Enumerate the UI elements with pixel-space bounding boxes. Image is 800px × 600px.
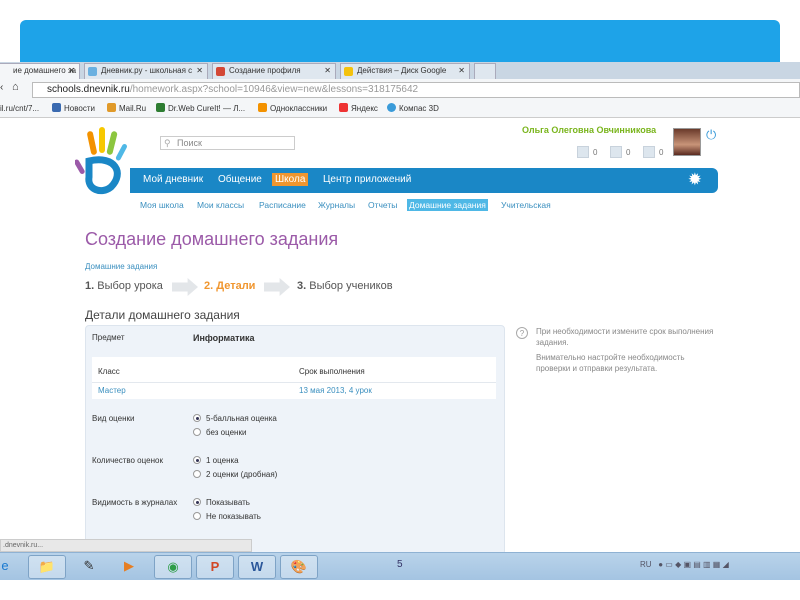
bookmark[interactable]: Компас 3D <box>387 100 439 118</box>
search-placeholder: Поиск <box>177 138 202 148</box>
ie-icon[interactable]: e <box>0 555 24 579</box>
nav-communication[interactable]: Общение <box>218 174 262 185</box>
address-bar[interactable]: schools.dnevnik.ru/homework.aspx?school=… <box>32 82 800 98</box>
tab-label: Создание профиля <box>229 66 301 75</box>
close-icon[interactable]: ✕ <box>458 64 465 78</box>
subject-value: Информатика <box>193 333 255 343</box>
home-icon[interactable]: ⌂ <box>12 81 19 93</box>
subnav-my-classes[interactable]: Мои классы <box>197 200 244 210</box>
browser-tab[interactable]: Создание профиля ✕ <box>212 63 336 79</box>
step-select-lesson[interactable]: 1. Выбор урока <box>85 280 163 292</box>
browser-tab-strip: ие домашнего за ✕ Дневник.ру - школьная с… <box>0 62 800 79</box>
deadline-link[interactable]: 13 мая 2013, 4 урок <box>299 386 372 395</box>
radio-two-grades[interactable]: 2 оценки (дробная) <box>193 470 277 479</box>
class-link[interactable]: Мастер <box>98 386 126 395</box>
radio-show[interactable]: Показывать <box>193 498 250 507</box>
browser-status-bar: .dnevnik.ru... <box>0 539 252 552</box>
friends-counter[interactable]: 0 <box>610 146 630 158</box>
app-icon[interactable]: ✎ <box>70 555 108 579</box>
step-details: 2. Детали <box>204 280 256 292</box>
browser-tab[interactable]: Действия – Диск Google ✕ <box>340 63 470 79</box>
tray-icons[interactable]: ● ▭ ◆ ▣ ▤ ▥ ▦ ◢ <box>654 560 729 569</box>
close-icon[interactable]: ✕ <box>196 64 203 78</box>
subject-label: Предмет <box>92 333 125 342</box>
bookmark[interactable]: Яндекс <box>339 100 378 118</box>
subnav-reports[interactable]: Отчеты <box>368 200 397 210</box>
class-header: Класс <box>98 367 120 376</box>
nav-app-center[interactable]: Центр приложений <box>323 174 411 185</box>
page-title: Создание домашнего задания <box>85 229 339 249</box>
nav-my-diary[interactable]: Мой дневник <box>143 174 203 185</box>
hint-text: При необходимости измените срок выполнен… <box>536 327 714 347</box>
word-icon[interactable]: W <box>238 555 276 579</box>
person-icon <box>610 146 622 158</box>
tab-label: Действия – Диск Google <box>357 66 447 75</box>
deadline-header: Срок выполнения <box>299 367 365 376</box>
close-icon[interactable]: ✕ <box>68 64 75 78</box>
section-title: Детали домашнего задания <box>85 308 240 322</box>
grade-count-label: Количество оценок <box>92 456 163 465</box>
media-player-icon[interactable]: ▶ <box>110 555 148 579</box>
language-indicator[interactable]: RU <box>640 560 652 569</box>
subnav-teachers-room[interactable]: Учительская <box>501 200 551 210</box>
explorer-icon[interactable]: 📁 <box>28 555 66 579</box>
slide-header-bar <box>20 20 780 64</box>
nav-school[interactable]: Школа <box>272 173 309 186</box>
subnav-journals[interactable]: Журналы <box>318 200 355 210</box>
visibility-label: Видимость в журналах <box>92 498 178 507</box>
paint-icon[interactable]: 🎨 <box>280 555 318 579</box>
dnevnik-logo[interactable] <box>75 125 135 195</box>
page-number: 5 <box>397 559 403 570</box>
gear-icon[interactable]: ✹ <box>688 170 702 190</box>
bookmark[interactable]: Новости <box>52 100 95 118</box>
search-icon: ⚲ <box>164 138 171 148</box>
radio-five-point[interactable]: 5-балльная оценка <box>193 414 277 423</box>
tab-label: Дневник.ру - школьная с <box>101 66 193 75</box>
class-deadline-table: Класс Срок выполнения Мастер 13 мая 2013… <box>92 357 496 399</box>
people-icon <box>643 146 655 158</box>
chrome-icon[interactable]: ◉ <box>154 555 192 579</box>
url-path: /homework.aspx?school=10946&view=new&les… <box>129 84 419 95</box>
dnevnik-favicon <box>88 67 97 76</box>
help-icon: ? <box>516 327 528 339</box>
power-icon[interactable]: ⏻ <box>706 127 716 143</box>
subnav-schedule[interactable]: Расписание <box>259 200 306 210</box>
google-plus-favicon <box>216 67 225 76</box>
main-nav: Мой дневник Общение Школа Центр приложен… <box>130 168 718 193</box>
groups-counter[interactable]: 0 <box>643 146 663 158</box>
bookmark[interactable]: Dr.Web CureIt! — Л... <box>156 100 245 118</box>
bookmarks-bar: il.ru/cnt/7... Новости Mail.Ru Dr.Web Cu… <box>0 100 800 118</box>
search-input[interactable]: ⚲ Поиск <box>160 136 295 150</box>
mail-icon <box>577 146 589 158</box>
back-icon[interactable]: ‹ <box>0 82 3 93</box>
step-arrow-icon <box>264 278 290 296</box>
step-arrow-icon <box>172 278 198 296</box>
powerpoint-icon[interactable]: P <box>196 555 234 579</box>
bookmark[interactable]: il.ru/cnt/7... <box>0 100 39 118</box>
subnav-my-school[interactable]: Моя школа <box>140 200 184 210</box>
grade-type-label: Вид оценки <box>92 414 135 423</box>
google-drive-favicon <box>344 67 353 76</box>
breadcrumb[interactable]: Домашние задания <box>85 262 157 271</box>
close-icon[interactable]: ✕ <box>324 64 331 78</box>
step-select-students[interactable]: 3. Выбор учеников <box>297 280 393 292</box>
new-tab-button[interactable] <box>474 63 496 79</box>
browser-tab[interactable]: Дневник.ру - школьная с ✕ <box>84 63 208 79</box>
radio-one-grade[interactable]: 1 оценка <box>193 456 239 465</box>
bookmark[interactable]: Mail.Ru <box>107 100 146 118</box>
url-domain: schools.dnevnik.ru <box>47 84 130 95</box>
messages-counter[interactable]: 0 <box>577 146 597 158</box>
radio-no-grade[interactable]: без оценки <box>193 428 246 437</box>
user-name-link[interactable]: Ольга Олеговна Овчинникова <box>522 125 656 135</box>
tab-label: ие домашнего за <box>13 66 77 75</box>
system-tray: RU ● ▭ ◆ ▣ ▤ ▥ ▦ ◢ <box>640 560 729 569</box>
subnav-homework[interactable]: Домашние задания <box>407 199 488 211</box>
radio-hide[interactable]: Не показывать <box>193 512 261 521</box>
hint-text: Внимательно настройте необходимость пров… <box>536 353 685 373</box>
bookmark[interactable]: Одноклассники <box>258 100 327 118</box>
avatar[interactable] <box>673 128 701 156</box>
browser-tab[interactable]: ие домашнего за ✕ <box>0 63 80 79</box>
